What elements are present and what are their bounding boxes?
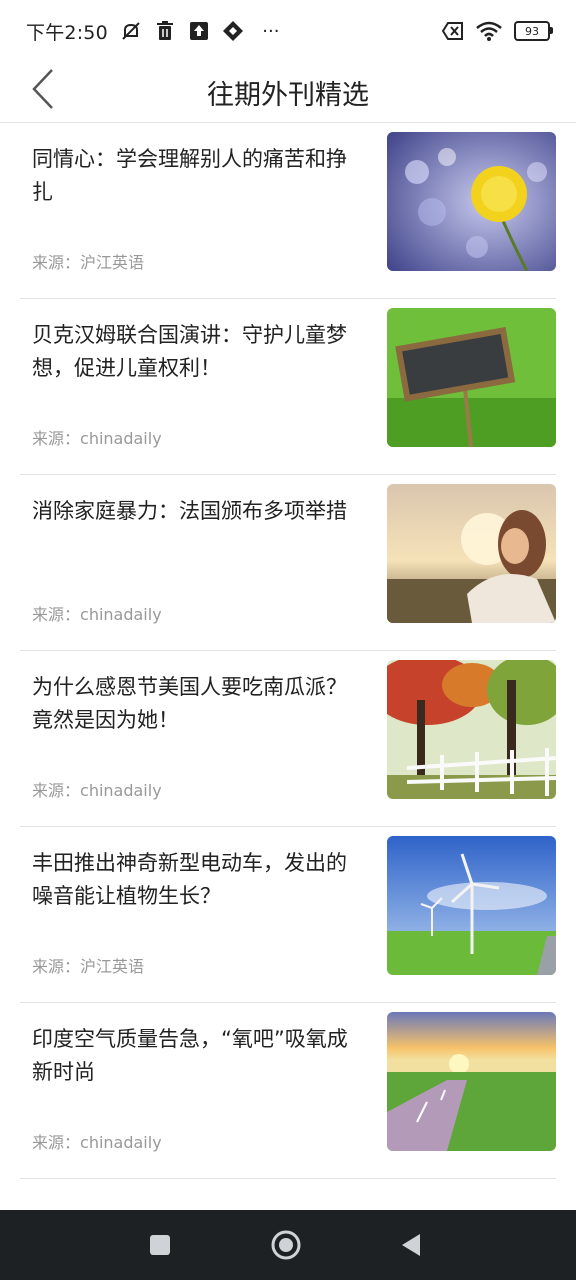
list-item-partial[interactable] bbox=[20, 1179, 556, 1210]
source-label: 来源： bbox=[32, 1133, 81, 1152]
recent-apps-button[interactable] bbox=[143, 1228, 177, 1262]
article-title: 丰田推出神奇新型电动车，发出的噪音能让植物生长？ bbox=[32, 851, 347, 908]
source-label: 来源： bbox=[32, 957, 81, 976]
source-label: 来源： bbox=[32, 781, 81, 800]
article-source: 来源：沪江英语 bbox=[32, 953, 144, 977]
status-right: 93 bbox=[442, 20, 553, 42]
article-thumbnail bbox=[387, 484, 556, 623]
list-item[interactable]: 为什么感恩节美国人要吃南瓜派？竟然是因为她！ 来源：chinadaily bbox=[20, 651, 556, 827]
source-label: 来源： bbox=[32, 429, 81, 448]
article-title: 印度空气质量告急，“氧吧”吸氧成新时尚 bbox=[32, 1027, 348, 1084]
status-time: 下午2:50 bbox=[26, 21, 108, 44]
article-title: 同情心：学会理解别人的痛苦和挣扎 bbox=[32, 147, 347, 204]
article-thumbnail bbox=[387, 660, 556, 799]
article-thumbnail bbox=[387, 308, 556, 447]
list-item[interactable]: 消除家庭暴力：法国颁布多项举措 来源：chinadaily bbox=[20, 475, 556, 651]
article-thumbnail bbox=[387, 1012, 556, 1151]
article-title: 消除家庭暴力：法国颁布多项举措 bbox=[32, 499, 347, 523]
chevron-left-icon bbox=[32, 69, 53, 109]
navigation-bar bbox=[0, 1210, 576, 1280]
wifi-icon bbox=[476, 20, 502, 42]
source-label: 来源： bbox=[32, 253, 81, 272]
article-thumbnail bbox=[387, 132, 556, 271]
battery-icon: 93 bbox=[514, 21, 553, 41]
source-name: 沪江英语 bbox=[80, 957, 145, 976]
nav-back-button[interactable] bbox=[394, 1228, 428, 1262]
more-icon: ··· bbox=[262, 20, 280, 42]
mute-icon bbox=[120, 20, 142, 42]
source-name: chinadaily bbox=[80, 605, 162, 624]
article-list: 同情心：学会理解别人的痛苦和挣扎 来源：沪江英语 贝克汉姆联合国演讲：守护儿童梦… bbox=[0, 123, 576, 1210]
source-name: chinadaily bbox=[80, 1133, 162, 1152]
list-item[interactable]: 同情心：学会理解别人的痛苦和挣扎 来源：沪江英语 bbox=[20, 123, 556, 299]
status-left: 下午2:50 ··· bbox=[26, 18, 286, 45]
upload-icon bbox=[188, 20, 210, 42]
article-source: 来源：沪江英语 bbox=[32, 249, 144, 273]
list-item[interactable]: 印度空气质量告急，“氧吧”吸氧成新时尚 来源：chinadaily bbox=[20, 1003, 556, 1179]
source-name: chinadaily bbox=[80, 781, 162, 800]
sim-off-icon bbox=[442, 20, 464, 42]
source-name: 沪江英语 bbox=[80, 253, 145, 272]
list-item[interactable]: 丰田推出神奇新型电动车，发出的噪音能让植物生长？ 来源：沪江英语 bbox=[20, 827, 556, 1003]
recent-apps-icon bbox=[150, 1235, 170, 1255]
article-title: 为什么感恩节美国人要吃南瓜派？竟然是因为她！ bbox=[32, 675, 347, 732]
back-icon bbox=[402, 1234, 420, 1256]
home-button[interactable] bbox=[269, 1228, 303, 1262]
article-source: 来源：chinadaily bbox=[32, 777, 162, 801]
home-icon bbox=[271, 1230, 301, 1260]
article-title: 贝克汉姆联合国演讲：守护儿童梦想，促进儿童权利！ bbox=[32, 323, 347, 380]
source-label: 来源： bbox=[32, 605, 81, 624]
article-source: 来源：chinadaily bbox=[32, 601, 162, 625]
list-item[interactable]: 贝克汉姆联合国演讲：守护儿童梦想，促进儿童权利！ 来源：chinadaily bbox=[20, 299, 556, 475]
article-source: 来源：chinadaily bbox=[32, 425, 162, 449]
article-source: 来源：chinadaily bbox=[32, 1129, 162, 1153]
trash-icon bbox=[154, 20, 176, 42]
page-title: 往期外刊精选 bbox=[207, 79, 369, 111]
article-thumbnail bbox=[387, 836, 556, 975]
app-icon bbox=[222, 20, 244, 42]
battery-level: 93 bbox=[525, 24, 539, 38]
status-bar: 下午2:50 ··· 93 bbox=[0, 0, 576, 62]
header: 往期外刊精选 bbox=[0, 62, 576, 123]
back-button[interactable] bbox=[18, 64, 68, 114]
source-name: chinadaily bbox=[80, 429, 162, 448]
